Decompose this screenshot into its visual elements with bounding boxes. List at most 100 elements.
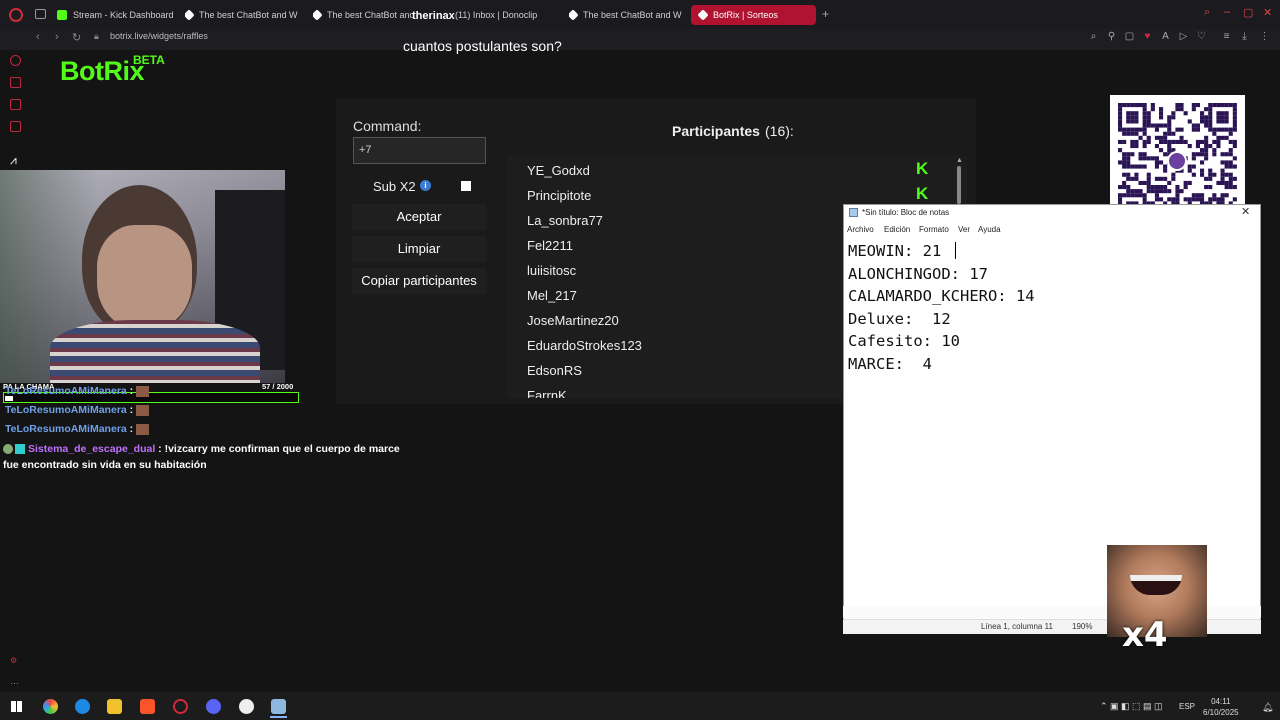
discord-icon[interactable] — [206, 699, 221, 714]
language-indicator[interactable]: ESP — [1179, 702, 1195, 711]
copy-participants-button[interactable]: Copiar participantes — [352, 268, 486, 294]
notepad-text-area[interactable]: MEOWIN: 21 ALONCHINGOD: 17 CALAMARDO_KCHER… — [848, 240, 1035, 376]
sidebar-instagram-icon[interactable] — [10, 121, 21, 132]
tab-kick-dashboard[interactable]: Stream - Kick Dashboard — [57, 5, 177, 25]
lock-icon[interactable]: 🔒︎ — [94, 31, 99, 42]
text-line: CALAMARDO_KCHERO: 14 — [848, 287, 1035, 306]
text-line: ALONCHINGOD: 17 — [848, 264, 988, 283]
tab-botrix-sorteos[interactable]: BotRix | Sorteos — [691, 5, 816, 25]
opera-logo-icon[interactable] — [9, 8, 23, 22]
zoom-level: 190% — [1072, 622, 1093, 631]
scroll-up-icon[interactable]: ▲ — [956, 157, 963, 164]
clear-button[interactable]: Limpiar — [352, 236, 486, 262]
botrix-icon — [697, 9, 709, 21]
text-line: Cafesito: 10 — [848, 332, 960, 351]
new-tab-button[interactable]: + — [822, 7, 829, 21]
active-app-indicator — [270, 716, 287, 718]
maximize-button[interactable]: ▢ — [1243, 6, 1253, 19]
sub-x2-checkbox[interactable] — [461, 181, 471, 191]
back-icon[interactable]: ‹ — [36, 31, 40, 43]
sidebar-whatsapp-icon[interactable] — [10, 99, 21, 110]
sub-x2-label: Sub X2 — [373, 179, 416, 194]
reload-icon[interactable]: ↻ — [72, 31, 81, 44]
system-tray-icons[interactable]: ⌃ ▣ ◧ ⬚ ▤ ◫ — [1100, 701, 1163, 712]
workspaces-icon[interactable] — [35, 9, 46, 19]
download-icon[interactable]: ⤓ — [1239, 31, 1250, 42]
tab-chatbot-1[interactable]: The best ChatBot and W — [185, 5, 300, 25]
participants-title: Participantes — [672, 123, 760, 139]
menu-archivo[interactable]: Archivo — [847, 225, 874, 234]
menu-ver[interactable]: Ver — [958, 225, 970, 234]
notifications-icon[interactable]: 🔔︎ — [1262, 702, 1273, 713]
play-icon[interactable]: ▷ — [1178, 31, 1189, 42]
command-input[interactable]: +7 — [353, 137, 486, 164]
tab-donoclip[interactable]: (11) Inbox | Donoclip — [455, 5, 555, 25]
command-label: Command: — [353, 118, 422, 134]
list-item: FarrnK — [527, 388, 567, 398]
search-tabs-icon[interactable]: ⌕ — [1204, 6, 1210, 19]
list-item: luiisitosc — [527, 263, 577, 278]
list-scrollbar[interactable] — [957, 166, 961, 204]
file-explorer-icon[interactable] — [107, 699, 122, 714]
tab-chatbot-2[interactable]: The best ChatBot and W — [313, 5, 418, 25]
participants-count: (16): — [765, 123, 794, 139]
botrix-icon — [185, 9, 195, 21]
clock[interactable]: 04:11 6/10/2025 — [1203, 696, 1239, 718]
botrix-icon — [313, 9, 323, 21]
adblock-icon[interactable]: ♥ — [1142, 31, 1153, 42]
menu-edicion[interactable]: Edición — [884, 225, 910, 234]
snapshot-icon[interactable]: ▢ — [1124, 31, 1135, 42]
translate-icon[interactable]: A — [1160, 31, 1171, 42]
sidebar-more-icon[interactable]: … — [10, 676, 19, 686]
menu-icon[interactable]: ⋮ — [1259, 31, 1270, 42]
accept-button[interactable]: Aceptar — [352, 204, 486, 230]
sidebar-settings-icon[interactable]: ⚙ — [10, 656, 17, 665]
list-item: YE_Godxd — [527, 163, 590, 178]
easy-setup-icon[interactable]: ≡ — [1221, 31, 1232, 42]
emote-icon — [136, 404, 150, 416]
text-line: Deluxe: 12 — [848, 309, 951, 328]
menu-ayuda[interactable]: Ayuda — [978, 225, 1001, 234]
windows-start-icon[interactable] — [11, 701, 22, 712]
obs-icon[interactable] — [239, 699, 254, 714]
emote-icon — [136, 423, 150, 435]
url-field[interactable]: botrix.live/widgets/raffles — [110, 31, 208, 41]
notepad-close-icon[interactable]: ✕ — [1241, 205, 1250, 218]
copilot-icon[interactable] — [43, 699, 58, 714]
menu-formato[interactable]: Formato — [919, 225, 949, 234]
chat-line: TeLoResumoAMiManera : — [5, 404, 150, 416]
badge-icon — [15, 444, 25, 455]
tab-chatbot-3[interactable]: The best ChatBot and W — [569, 5, 684, 25]
yape-logo-icon — [1167, 151, 1187, 171]
heart-icon[interactable]: ♡ — [1196, 31, 1207, 42]
webcam-feed — [0, 170, 285, 383]
search-icon[interactable]: ⌕ — [1088, 31, 1099, 42]
sidebar-aria-icon[interactable] — [10, 55, 21, 66]
emote-icon — [136, 385, 150, 397]
list-item: Principitote — [527, 188, 592, 203]
kick-icon — [57, 10, 67, 20]
text-line: MARCE: 4 — [848, 354, 932, 373]
notepad-taskbar-icon[interactable] — [271, 699, 286, 714]
info-icon[interactable]: i — [420, 180, 431, 191]
pin-icon[interactable]: ⚲ — [1106, 31, 1117, 42]
opera-gx-icon[interactable] — [173, 699, 188, 714]
chat-line: TeLoResumoAMiManera : — [5, 423, 150, 435]
list-item: Mel_217 — [527, 288, 577, 303]
text-cursor — [955, 242, 956, 259]
sidebar-kick-icon[interactable]: ⩘ — [10, 153, 17, 168]
badge-icon — [3, 444, 13, 455]
close-window-button[interactable]: ✕ — [1263, 6, 1272, 19]
windows-taskbar — [0, 692, 1280, 720]
botrix-logo[interactable]: BotRix — [60, 56, 145, 87]
stream-question-overlay: cuantos postulantes son? — [403, 38, 562, 54]
minimize-button[interactable]: – — [1224, 6, 1230, 18]
sidebar-messenger-icon[interactable] — [10, 77, 21, 88]
botrix-icon — [569, 9, 579, 21]
list-item: JoseMartinez20 — [527, 313, 619, 328]
cursor-position: Línea 1, columna 11 — [981, 622, 1053, 631]
edge-icon[interactable] — [75, 699, 90, 714]
chat-message: Sistema_de_escape_dual : !vizcarry me co… — [3, 443, 400, 471]
brave-icon[interactable] — [140, 699, 155, 714]
forward-icon[interactable]: › — [55, 31, 59, 43]
